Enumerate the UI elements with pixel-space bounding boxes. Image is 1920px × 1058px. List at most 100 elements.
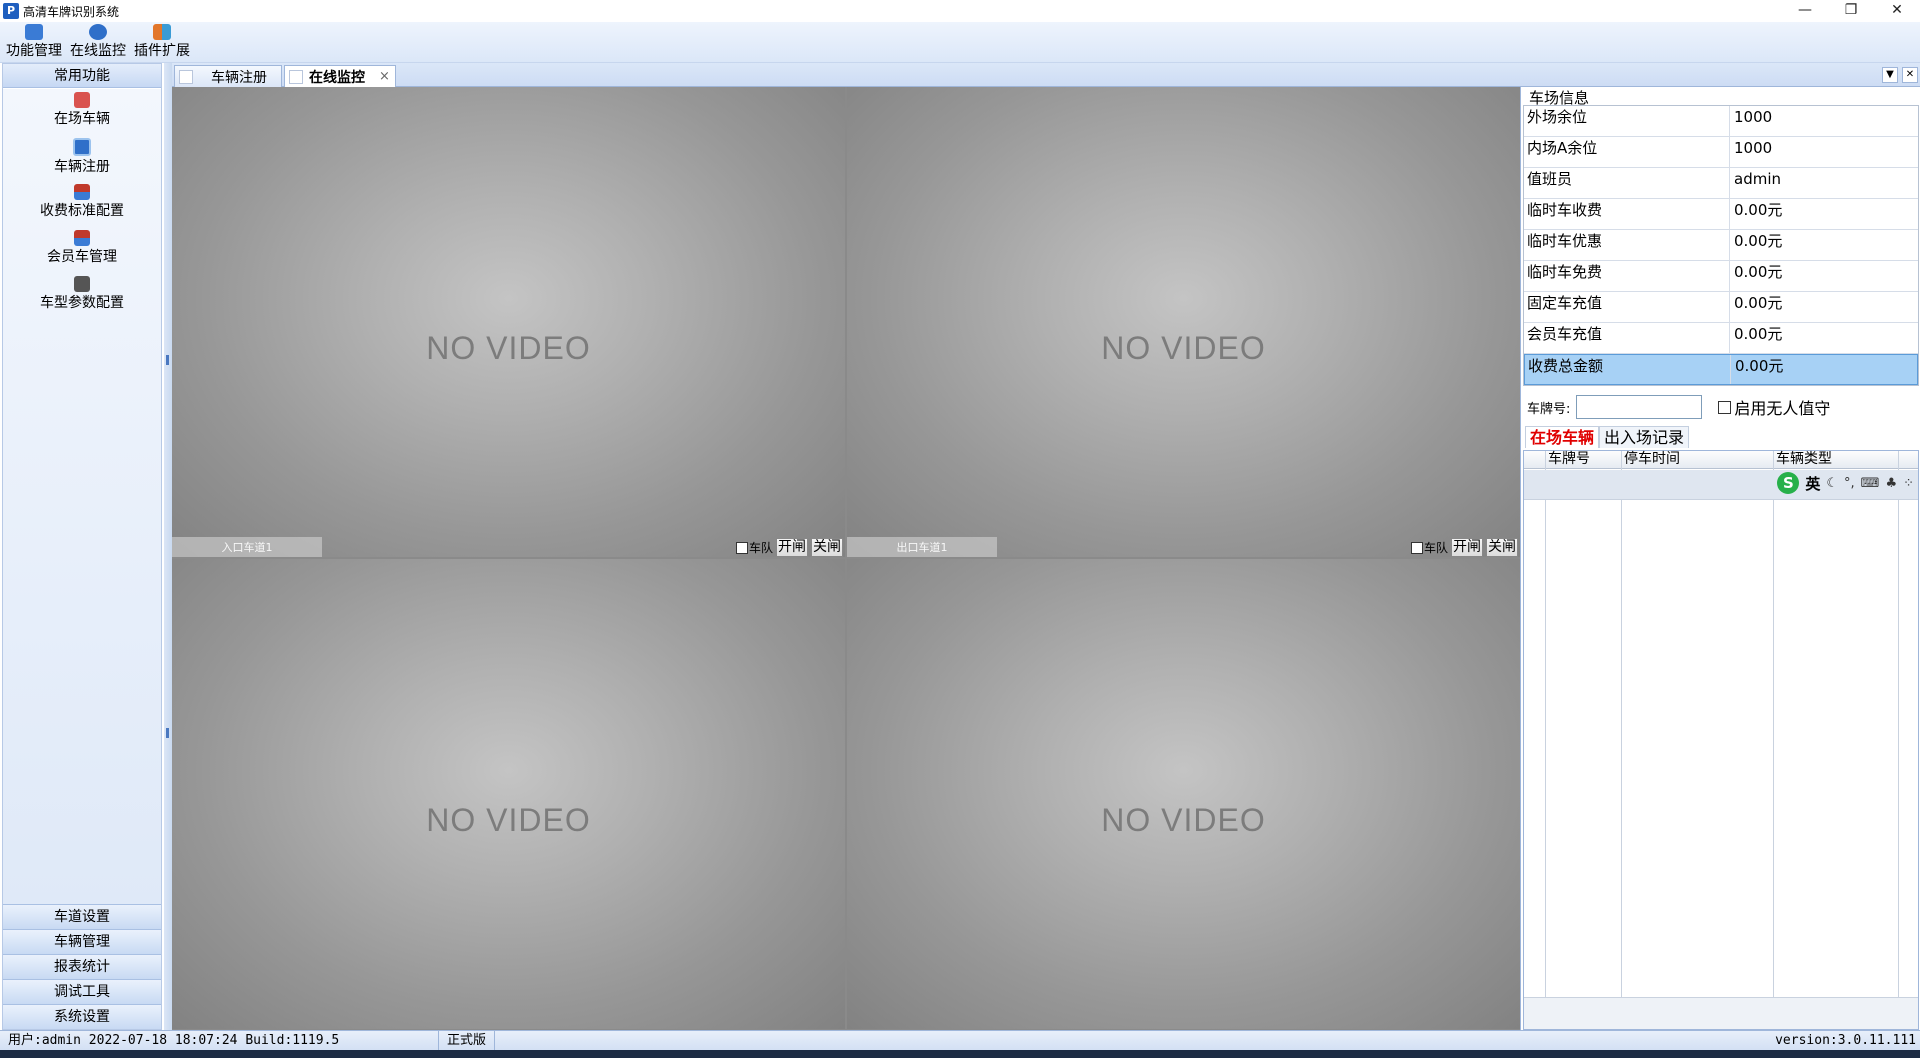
plate-number-input[interactable] — [1576, 395, 1703, 419]
camera-view-4[interactable]: NO VIDEO — [847, 559, 1520, 1029]
camera-view-exit[interactable]: NO VIDEO 出口车道1 车队 开闸 关闸 — [847, 87, 1520, 557]
minimize-button[interactable]: — — [1782, 0, 1828, 22]
app-logo-icon: P — [3, 3, 19, 19]
close-window-button[interactable]: ✕ — [1874, 0, 1920, 22]
info-row[interactable]: 临时车免费 0.00元 — [1524, 261, 1918, 292]
sidebar-item-label: 在场车辆 — [54, 111, 110, 127]
grid-header: 车牌号 停车时间 车辆类型 — [1524, 451, 1918, 469]
menu-function-manage[interactable]: 功能管理 — [6, 22, 62, 62]
info-key: 会员车充值 — [1524, 323, 1730, 353]
tab-online-monitor[interactable]: 在线监控 × — [284, 65, 396, 87]
info-row[interactable]: 临时车优惠 0.00元 — [1524, 230, 1918, 261]
info-value: 1000 — [1734, 108, 1773, 126]
sidebar-report-statistics[interactable]: 报表统计 — [3, 954, 161, 979]
moon-icon[interactable]: ☾ — [1826, 476, 1838, 491]
sidebar-item-member-car[interactable]: 会员车管理 — [3, 227, 161, 273]
tab-close-all-button[interactable]: ✕ — [1902, 67, 1918, 83]
fleet-checkbox[interactable] — [1410, 541, 1423, 554]
member-car-icon — [74, 230, 90, 246]
splitter-grip-icon[interactable] — [166, 355, 169, 365]
sidebar-header[interactable]: 常用功能 — [3, 64, 161, 88]
close-gate-button[interactable]: 关闸 — [1486, 538, 1518, 557]
info-key: 值班员 — [1524, 168, 1730, 198]
info-key: 内场A余位 — [1524, 137, 1730, 167]
info-row[interactable]: 外场余位 1000 — [1524, 106, 1918, 137]
info-row[interactable]: 临时车收费 0.00元 — [1524, 199, 1918, 230]
sidebar-vehicle-management[interactable]: 车辆管理 — [3, 929, 161, 954]
window-controls: — ❐ ✕ — [1782, 0, 1920, 22]
ime-mode-english[interactable]: 英 — [1805, 473, 1820, 494]
column-header-parking-time[interactable]: 停车时间 — [1624, 451, 1680, 468]
user-icon[interactable]: ♣ — [1885, 476, 1897, 491]
open-gate-button[interactable]: 开闸 — [776, 538, 808, 557]
sidebar-item-vehicle-register[interactable]: 车辆注册 — [3, 135, 161, 181]
info-key: 临时车收费 — [1524, 199, 1730, 229]
tab-vehicles-in-lot[interactable]: 在场车辆 — [1525, 426, 1600, 448]
info-key: 外场余位 — [1524, 106, 1730, 136]
info-row[interactable]: 值班员 admin — [1524, 168, 1918, 199]
camera-control-bar: 出口车道1 车队 开闸 关闸 — [847, 537, 1520, 557]
menu-bar: 功能管理 在线监控 插件扩展 — [0, 22, 1920, 63]
sidebar-splitter[interactable] — [164, 63, 172, 1030]
column-header-plate[interactable]: 车牌号 — [1548, 451, 1590, 468]
info-key: 收费总金额 — [1525, 355, 1731, 384]
maximize-button[interactable]: ❐ — [1828, 0, 1874, 22]
unattended-checkbox[interactable] — [1718, 400, 1732, 414]
fee-config-icon — [74, 184, 90, 200]
close-gate-button[interactable]: 关闸 — [811, 538, 843, 557]
sidebar-lane-settings[interactable]: 车道设置 — [3, 904, 161, 929]
gate-controls: 车队 开闸 关闸 — [1410, 537, 1518, 557]
sidebar-debug-tools[interactable]: 调试工具 — [3, 979, 161, 1004]
menu-online-monitor[interactable]: 在线监控 — [70, 22, 126, 62]
camera-control-bar: 入口车道1 车队 开闸 关闸 — [172, 537, 845, 557]
grid-menu-icon[interactable]: ⁘ — [1903, 476, 1914, 491]
camera-view-3[interactable]: NO VIDEO — [172, 559, 845, 1029]
sidebar-system-settings[interactable]: 系统设置 — [3, 1004, 161, 1029]
grid-column-divider — [1621, 451, 1622, 1029]
info-row-selected[interactable]: 收费总金额 0.00元 — [1524, 354, 1918, 385]
sidebar-item-label: 收费标准配置 — [40, 203, 124, 219]
info-value: 0.00元 — [1734, 294, 1783, 312]
close-tab-icon[interactable]: × — [379, 69, 390, 84]
plate-label: 车牌号: — [1527, 401, 1571, 417]
plugin-extend-icon — [153, 24, 171, 40]
menu-plugin-extend[interactable]: 插件扩展 — [134, 22, 190, 62]
document-tabs: 车辆注册 在线监控 × ▼ ✕ — [172, 63, 1920, 87]
window-title: 高清车牌识别系统 — [23, 4, 120, 19]
no-video-label: NO VIDEO — [426, 802, 591, 838]
sidebar-item-fee-config[interactable]: 收费标准配置 — [3, 181, 161, 227]
tab-vehicle-register[interactable]: 车辆注册 — [174, 65, 282, 87]
info-row[interactable]: 固定车充值 0.00元 — [1524, 292, 1918, 323]
vehicle-type-icon — [74, 276, 90, 292]
title-bar: P 高清车牌识别系统 — ❐ ✕ — [0, 0, 1920, 22]
menu-label: 功能管理 — [6, 43, 62, 59]
open-gate-button[interactable]: 开闸 — [1451, 538, 1483, 557]
info-row[interactable]: 内场A余位 1000 — [1524, 137, 1918, 168]
ime-toolbar: S 英 ☾ °, ⌨ ♣ ⁘ — [1777, 472, 1914, 494]
menu-label: 插件扩展 — [134, 43, 190, 59]
video-monitor-grid: NO VIDEO 入口车道1 车队 开闸 关闸 NO VIDEO 出口车道1 车… — [172, 87, 1520, 1030]
sidebar-item-vehicles-in-lot[interactable]: 在场车辆 — [3, 89, 161, 135]
document-icon — [289, 69, 303, 84]
gate-controls: 车队 开闸 关闸 — [735, 537, 843, 557]
lane-name: 出口车道1 — [847, 537, 997, 557]
keyboard-icon[interactable]: ⌨ — [1861, 476, 1880, 491]
info-key: 临时车优惠 — [1524, 230, 1730, 260]
tab-dropdown-button[interactable]: ▼ — [1882, 67, 1898, 83]
punctuation-icon[interactable]: °, — [1844, 476, 1855, 491]
sogou-ime-icon[interactable]: S — [1777, 472, 1800, 494]
sidebar-item-vehicle-type-config[interactable]: 车型参数配置 — [3, 273, 161, 319]
camera-view-entrance[interactable]: NO VIDEO 入口车道1 车队 开闸 关闸 — [172, 87, 845, 557]
tab-entry-exit-records[interactable]: 出入场记录 — [1599, 426, 1690, 448]
info-key: 临时车免费 — [1524, 261, 1730, 291]
splitter-grip-icon[interactable] — [166, 728, 169, 738]
fleet-label: 车队 — [1423, 541, 1448, 555]
fleet-checkbox[interactable] — [735, 541, 748, 554]
car-red-icon — [74, 92, 90, 108]
info-value: 0.00元 — [1734, 325, 1783, 343]
column-header-vehicle-type[interactable]: 车辆类型 — [1776, 451, 1832, 468]
info-row[interactable]: 会员车充值 0.00元 — [1524, 323, 1918, 354]
sidebar: 常用功能 在场车辆 车辆注册 收费标准配置 会员车管理 车型参数配置 车道设置 … — [2, 63, 162, 1030]
grid-footer — [1524, 997, 1918, 1029]
lane-name: 入口车道1 — [172, 537, 322, 557]
